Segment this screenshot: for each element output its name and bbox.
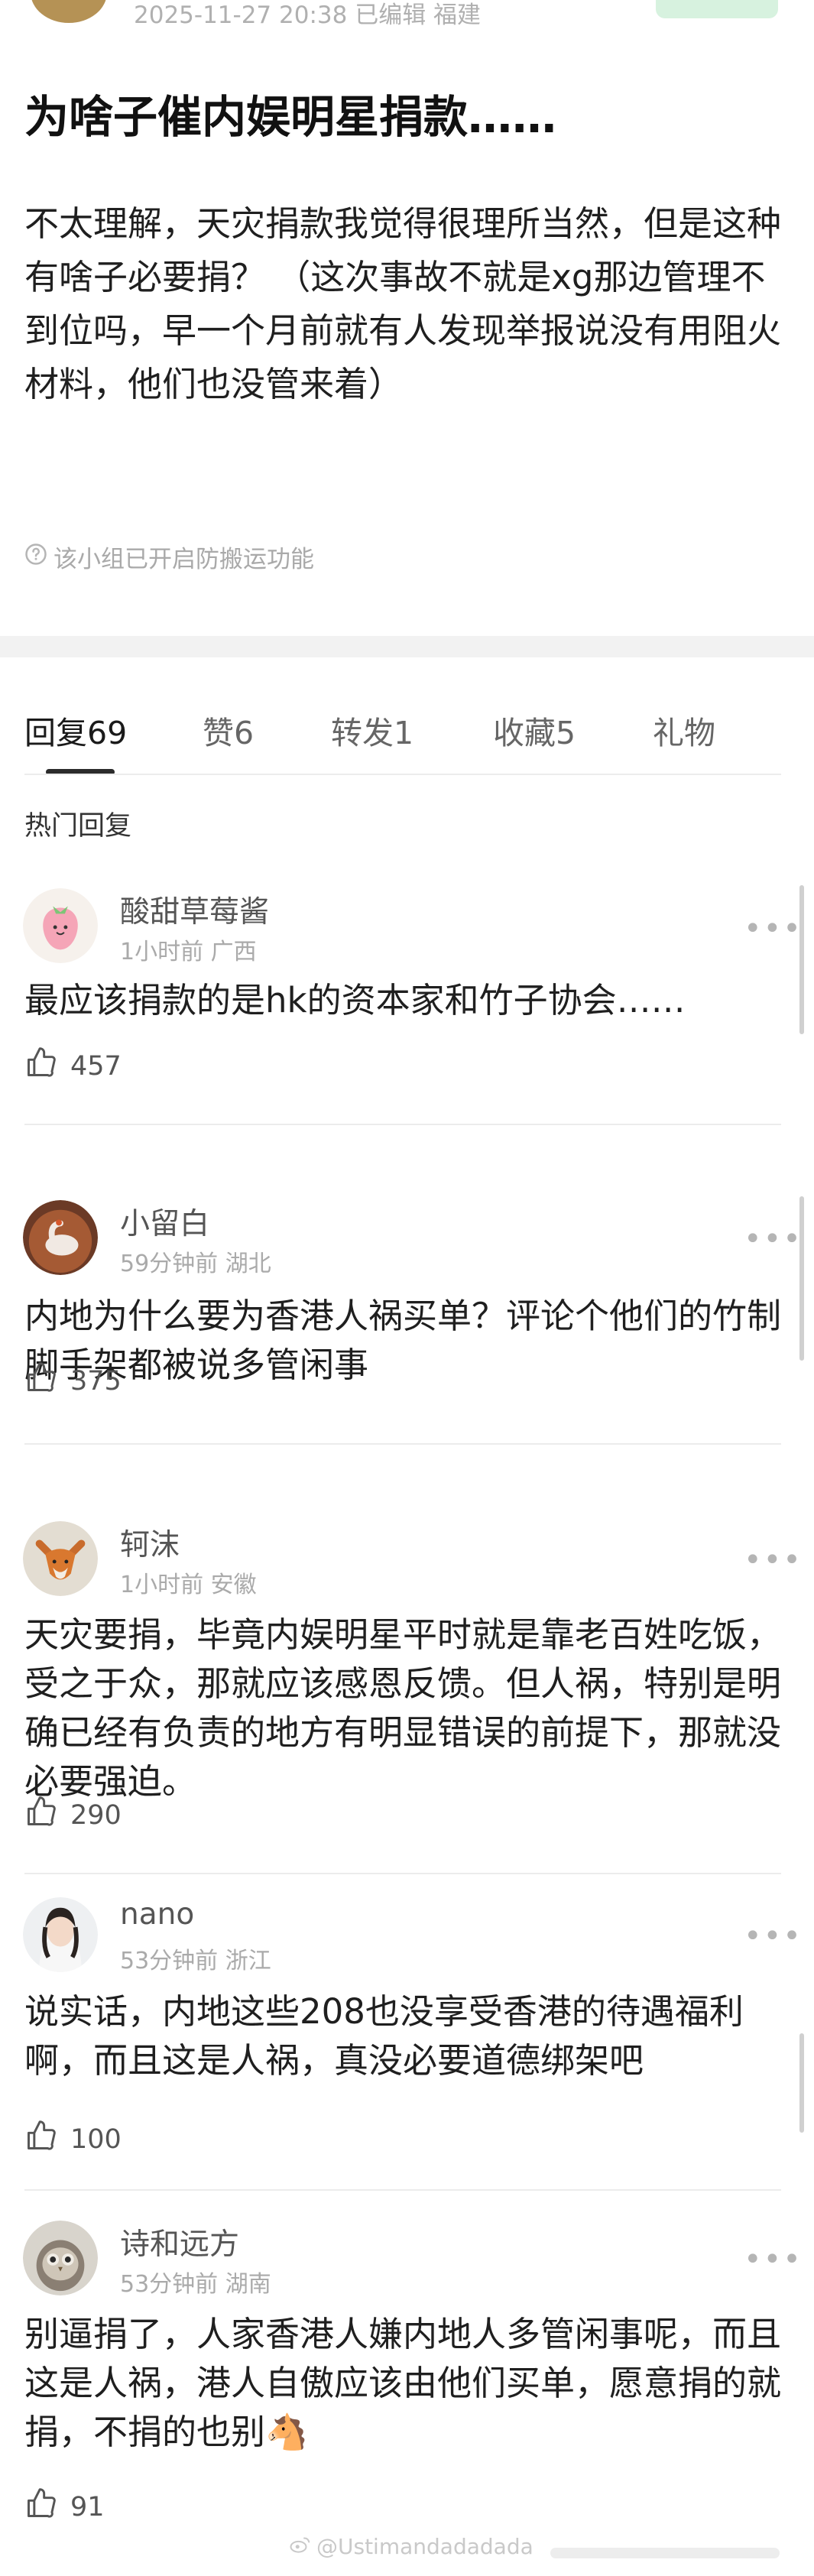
tab-likes[interactable]: 赞6: [203, 707, 254, 753]
scroll-indicator: [799, 885, 804, 1034]
commenter-name[interactable]: 轲沫: [120, 1521, 180, 1564]
comment-divider: [24, 1873, 781, 1874]
tabs-divider: [24, 774, 781, 775]
weibo-watermark: @Ustimandadadada: [289, 2532, 533, 2561]
comment-item: 轲沫 1小时前 安徽 ••• 天灾要捐，毕竟内娱明星平时就是靠老百姓吃饭，受之于…: [0, 1521, 814, 1874]
tab-favorites[interactable]: 收藏5: [493, 707, 576, 753]
post-meta: 2025-11-27 20:38 已编辑 福建: [134, 2, 482, 29]
comment-divider: [24, 2189, 781, 2191]
more-options-icon[interactable]: •••: [744, 2242, 803, 2277]
comment-item: 酸甜草莓酱 1小时前 广西 ••• 最应该捐款的是hk的资本家和竹子协会…… 4…: [0, 879, 814, 1125]
like-count: 91: [70, 2491, 105, 2522]
hot-replies-label: 热门回复: [24, 811, 132, 842]
more-options-icon[interactable]: •••: [744, 1221, 803, 1257]
post-header: 2025-11-27 20:38 已编辑 福建: [0, 0, 814, 31]
comment-text: 最应该捐款的是hk的资本家和竹子协会……: [24, 980, 686, 1020]
commenter-name[interactable]: 小留白: [120, 1200, 209, 1243]
tab-gifts[interactable]: 礼物: [653, 707, 715, 753]
comment-item: 小留白 59分钟前 湖北 ••• 内地为什么要为香港人祸买单？评论个他们的竹制脚…: [0, 1200, 814, 1445]
commenter-name[interactable]: 诗和远方: [120, 2221, 239, 2263]
comment-meta: 59分钟前 湖北: [120, 1251, 271, 1277]
comment-item: 诗和远方 53分钟前 湖南 ••• 别逼捐了，人家香港人嫌内地人多管闲事呢，而且…: [0, 2221, 814, 2542]
avatar[interactable]: [23, 1521, 98, 1596]
comment-text: 天灾要捐，毕竟内娱明星平时就是靠老百姓吃饭，受之于众，那就应该感恩反馈。但人祸，…: [24, 1614, 782, 1802]
comment-meta: 1小时前 广西: [120, 939, 257, 965]
like-count: 457: [70, 1050, 122, 1082]
comment-item: nano 53分钟前 浙江 ••• 说实话，内地这些208也没享受香港的待遇福利…: [0, 1897, 814, 2191]
follow-button[interactable]: [656, 0, 778, 18]
post-title: 为啥子催内娱明星捐款……: [24, 91, 557, 143]
weibo-icon: [289, 2532, 312, 2561]
comment-meta: 53分钟前 湖南: [120, 2271, 271, 2298]
like-button[interactable]: 100: [24, 2119, 122, 2159]
comment-text: 别逼捐了，人家香港人嫌内地人多管闲事呢，而且这是人祸，港人自傲应该由他们买单，愿…: [24, 2314, 782, 2452]
notice-text: 该小组已开启防搬运功能: [54, 546, 314, 573]
comment-meta: 53分钟前 浙江: [120, 1948, 271, 1974]
thumbs-up-icon: [24, 1046, 58, 1086]
commenter-name[interactable]: nano: [120, 1897, 194, 1932]
tab-reposts[interactable]: 转发1: [331, 707, 413, 753]
thumbs-up-icon: [24, 2487, 58, 2527]
scroll-indicator: [799, 1196, 804, 1361]
avatar[interactable]: [23, 2221, 98, 2295]
scroll-indicator: [799, 2033, 804, 2133]
tab-replies[interactable]: 回复69: [24, 707, 127, 753]
watermark-text: @Ustimandadadada: [316, 2534, 533, 2559]
more-options-icon[interactable]: •••: [744, 1919, 803, 1954]
thumbs-up-icon: [24, 1795, 58, 1835]
interaction-tabs: 回复69 赞6 转发1 收藏5 礼物: [0, 688, 814, 775]
like-button[interactable]: 375: [24, 1361, 122, 1401]
like-count: 290: [70, 1799, 122, 1831]
comment-divider: [24, 1124, 781, 1125]
comment-meta: 1小时前 安徽: [120, 1572, 257, 1598]
more-options-icon[interactable]: •••: [744, 911, 803, 946]
comment-divider: [24, 1443, 781, 1445]
like-count: 100: [70, 2123, 122, 2155]
anti-repost-notice: 该小组已开启防搬运功能: [24, 540, 314, 574]
like-button[interactable]: 457: [24, 1046, 122, 1086]
post-body: 不太理解，天灾捐款我觉得很理所当然，但是这种有啥子必要捐？ （这次事故不就是xg…: [24, 203, 782, 404]
avatar[interactable]: [23, 1897, 98, 1972]
avatar[interactable]: [23, 1200, 98, 1275]
question-circle-icon: [24, 543, 47, 572]
author-avatar[interactable]: [31, 0, 107, 23]
commenter-name[interactable]: 酸甜草莓酱: [120, 888, 269, 931]
avatar[interactable]: [23, 888, 98, 963]
thumbs-up-icon: [24, 1361, 58, 1401]
comment-text: 内地为什么要为香港人祸买单？评论个他们的竹制脚手架都被说多管闲事: [24, 1296, 782, 1385]
thumbs-up-icon: [24, 2119, 58, 2159]
section-separator: [0, 636, 814, 657]
bottom-bar: [550, 2548, 780, 2558]
more-options-icon[interactable]: •••: [744, 1543, 803, 1578]
like-count: 375: [70, 1365, 122, 1397]
like-button[interactable]: 91: [24, 2487, 105, 2527]
like-button[interactable]: 290: [24, 1795, 122, 1835]
comment-text: 说实话，内地这些208也没享受香港的待遇福利啊，而且这是人祸，真没必要道德绑架吧: [24, 1991, 744, 2081]
